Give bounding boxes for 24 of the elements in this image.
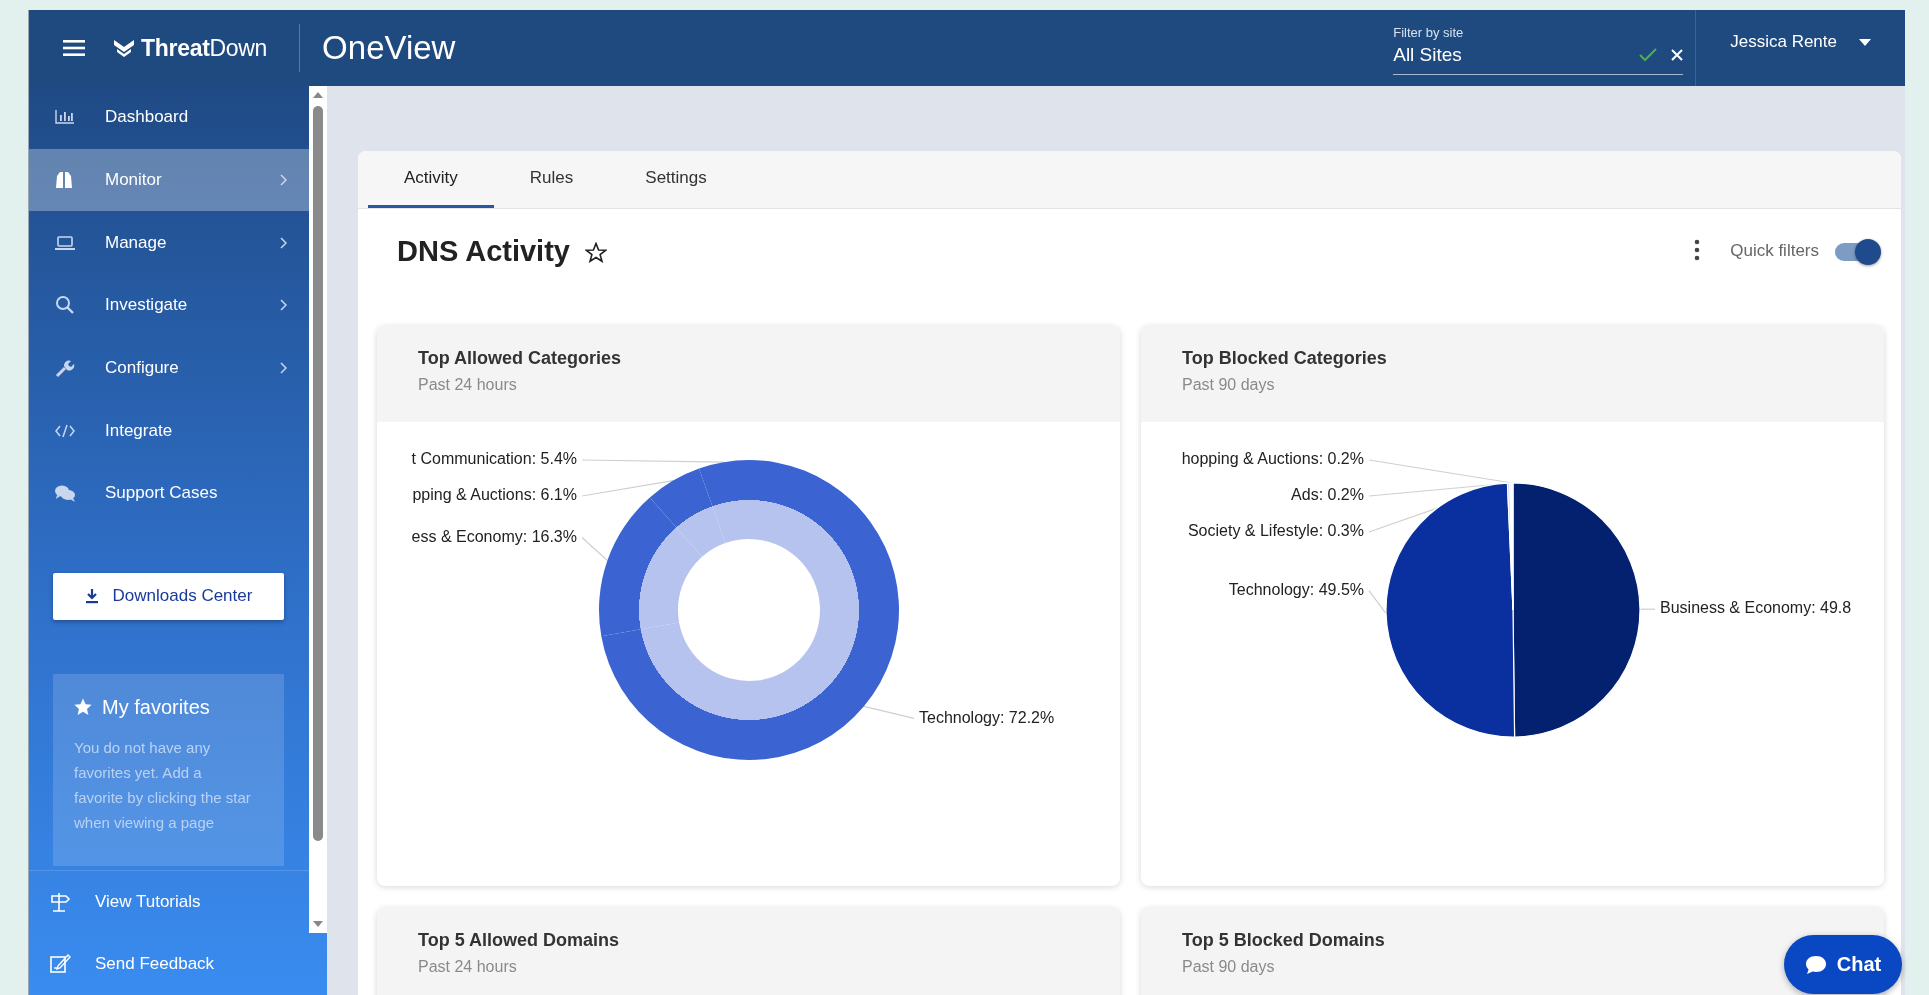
card-subtitle: Past 24 hours xyxy=(418,958,517,976)
quick-filters-label: Quick filters xyxy=(1730,241,1819,261)
slice-label: Technology: 72.2% xyxy=(919,708,1055,726)
app-name: OneView xyxy=(322,29,456,67)
slice-label: t Communication: 5.4% xyxy=(411,450,577,468)
slice-label: Society & Lifestyle: 0.3% xyxy=(1187,522,1364,540)
slice-label: pping & Auctions: 6.1% xyxy=(412,486,577,504)
field-label: Filter by site xyxy=(1393,25,1465,40)
slice-label: Technology: 49.5% xyxy=(1228,580,1364,598)
slice-label: Business & Economy: 49.8 xyxy=(1660,599,1852,617)
slice-label: Ads: 0.2% xyxy=(1291,486,1364,504)
card-title: Top Blocked Categories xyxy=(1182,348,1387,369)
card-title: Top 5 Blocked Domains xyxy=(1182,930,1385,951)
slice-label: hopping & Auctions: 0.2% xyxy=(1181,450,1364,468)
favorites-title: My favorites xyxy=(102,695,210,719)
page-title: DNS Activity xyxy=(397,235,570,268)
logo-text: ThreatDown xyxy=(141,34,268,62)
card-title: Top 5 Allowed Domains xyxy=(418,930,619,951)
card-subtitle: Past 90 days xyxy=(1182,958,1275,976)
card-title: Top Allowed Categories xyxy=(418,348,622,369)
card-subtitle: Past 24 hours xyxy=(418,376,517,394)
card-subtitle: Past 90 days xyxy=(1182,376,1275,394)
slice-label: ess & Economy: 16.3% xyxy=(411,527,577,545)
favorites-message: You do not have any favorites yet. Add a favorite by clicking the star when viewing a page xyxy=(74,737,252,833)
